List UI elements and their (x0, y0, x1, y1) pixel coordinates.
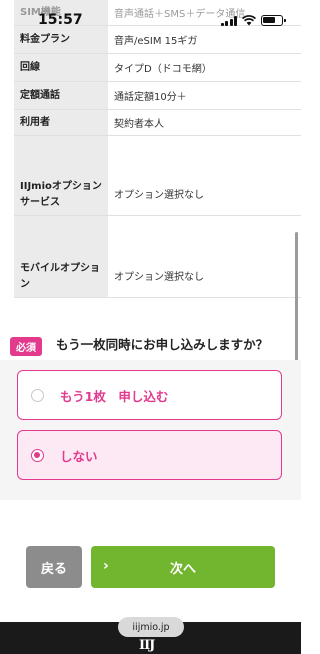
table-row: 定額通話 通話定額10分＋ (14, 82, 301, 110)
row-value: オプション選択なし (114, 190, 204, 201)
question-title: もう一枚同時にお申し込みしますか？ (56, 337, 269, 352)
option-label: しない (60, 448, 98, 464)
signal-icon (220, 15, 237, 26)
table-spacer (14, 216, 301, 256)
status-bar: 15:57 (0, 0, 301, 40)
row-value: オプション選択なし (114, 272, 204, 283)
required-badge: 必須 (10, 337, 42, 356)
status-icons (220, 15, 286, 26)
options-area: もう1枚 申し込む しない (0, 360, 301, 500)
back-button[interactable]: 戻る (26, 546, 82, 588)
option-no[interactable]: しない (17, 430, 282, 480)
row-value: 契約者本人 (114, 119, 164, 130)
radio-button[interactable] (31, 388, 44, 402)
row-label: 利用者 (14, 110, 108, 135)
row-label: IIJmioオプションサービス (14, 174, 108, 215)
table-row: 利用者 契約者本人 (14, 110, 301, 136)
battery-icon (261, 15, 286, 26)
row-label: モバイルオプション (14, 256, 108, 297)
option-label: もう1枚 申し込む (60, 388, 169, 404)
order-summary-table: SIM機能 音声通話＋SMS＋データ通信 料金プラン 音声/eSIM 15ギガ … (14, 0, 301, 298)
row-value: タイプD（ドコモ網） (114, 64, 212, 75)
next-button-label: 次へ (169, 561, 196, 577)
wifi-icon (242, 15, 256, 26)
next-button[interactable]: › 次へ (91, 546, 275, 588)
row-value: 通話定額10分＋ (114, 92, 187, 103)
table-spacer (14, 136, 301, 174)
row-label-empty (14, 136, 108, 174)
table-row: モバイルオプション オプション選択なし (14, 256, 301, 298)
chevron-right-icon: › (103, 558, 109, 574)
url-bar[interactable]: iijmio.jp (118, 617, 184, 637)
row-label: 定額通話 (14, 82, 108, 109)
status-time: 15:57 (38, 12, 83, 28)
table-row: IIJmioオプションサービス オプション選択なし (14, 174, 301, 216)
option-apply-one-more[interactable]: もう1枚 申し込む (17, 370, 282, 420)
row-label: 回線 (14, 54, 108, 81)
row-label-empty (14, 216, 108, 256)
iij-logo: IIJ (139, 638, 155, 653)
radio-button-selected[interactable] (31, 448, 44, 462)
table-row: 回線 タイプD（ドコモ網） (14, 54, 301, 82)
